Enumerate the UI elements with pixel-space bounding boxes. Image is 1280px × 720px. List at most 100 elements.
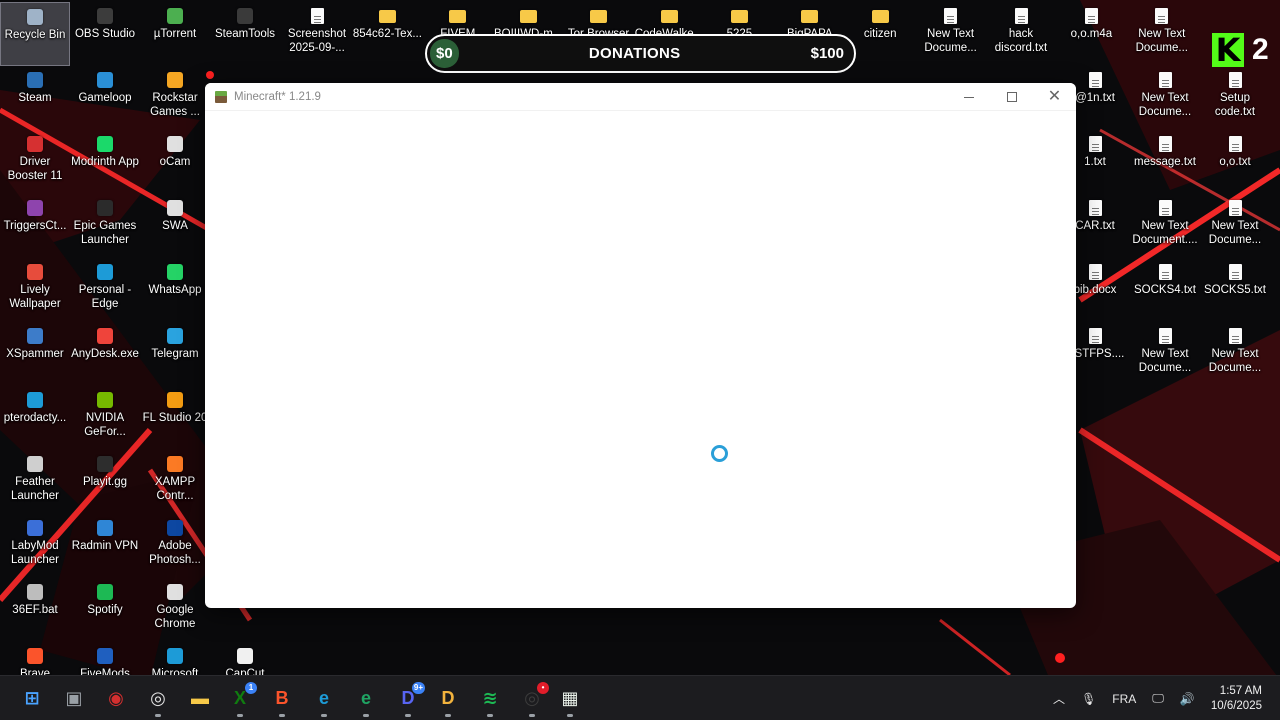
- desktop-icon-telegram[interactable]: Telegram: [140, 322, 210, 386]
- desktop-icon-personal-edge[interactable]: Personal - Edge: [70, 258, 140, 322]
- desktop-icon-label: Lively Wallpaper: [9, 284, 61, 310]
- desktop-icon-socks5-txt[interactable]: SOCKS5.txt: [1200, 258, 1270, 322]
- desktop-icon-obs-studio[interactable]: OBS Studio: [70, 2, 140, 66]
- desktop-icon-triggersct[interactable]: TriggersCt...: [0, 194, 70, 258]
- taskbar-task-view[interactable]: ▣: [62, 686, 86, 710]
- fivemods-icon: [97, 648, 113, 664]
- taskbar-obs[interactable]: ◎: [146, 686, 170, 710]
- taskbar-brave[interactable]: B: [270, 686, 294, 710]
- desktop-icon-feather-launcher[interactable]: Feather Launcher: [0, 450, 70, 514]
- running-indicator: [567, 714, 573, 717]
- taskbar-obs-2[interactable]: ◎ •: [520, 682, 549, 710]
- desktop-icon-label: TriggersCt...: [3, 220, 67, 232]
- desktop-icon-socks4-txt[interactable]: SOCKS4.txt: [1130, 258, 1200, 322]
- desktop-icon-playit-gg[interactable]: Playit.gg: [70, 450, 140, 514]
- microphone-icon[interactable]: 🎙: [1081, 692, 1096, 706]
- taskbar-edge-2[interactable]: e: [354, 686, 378, 710]
- doc-icon: [1088, 72, 1102, 88]
- desktop-icon-label: XSpammer: [6, 348, 64, 360]
- desktop-icon-new-text-document[interactable]: New Text Document....: [1130, 194, 1200, 258]
- desktop-icon-xspammer[interactable]: XSpammer: [0, 322, 70, 386]
- taskbar-spotify[interactable]: ≋: [478, 686, 502, 710]
- desktop-icon-lively-wallpaper[interactable]: Lively Wallpaper: [0, 258, 70, 322]
- stream-logo-number: 2: [1252, 33, 1269, 66]
- desktop-icon-rockstar-games[interactable]: Rockstar Games ...: [140, 66, 210, 130]
- desktop-icon-radmin-vpn[interactable]: Radmin VPN: [70, 514, 140, 578]
- close-button[interactable]: ✕: [1033, 83, 1076, 111]
- rar-icon: [27, 200, 43, 216]
- taskbar-minecraft[interactable]: ▦: [558, 686, 582, 710]
- folder-icon: [660, 10, 678, 23]
- taskbar-file-explorer[interactable]: ▬: [188, 686, 212, 710]
- desktop-icon-epic-games-launcher[interactable]: Epic Games Launcher: [70, 194, 140, 258]
- taskbar-start-button[interactable]: ⊞: [20, 686, 44, 710]
- chrome-icon: [167, 584, 183, 600]
- minimize-button[interactable]: [947, 83, 990, 111]
- desktop-icon-o-o-m4a[interactable]: o,o.m4a: [1056, 2, 1126, 66]
- desktop-icon-recycle-bin[interactable]: Recycle Bin: [0, 2, 70, 66]
- desktop-icon-gameloop[interactable]: Gameloop: [70, 66, 140, 130]
- notification-badge: •: [537, 682, 549, 694]
- desktop-icon-new-text-docume[interactable]: New Text Docume...: [916, 2, 986, 66]
- desktop-icon-hack-discord-txt[interactable]: hack discord.txt: [986, 2, 1056, 66]
- spotify-icon: [97, 584, 113, 600]
- desktop-icon-label: New Text Docume...: [1208, 348, 1262, 374]
- desktop-icon-new-text-docume[interactable]: New Text Docume...: [1200, 194, 1270, 258]
- desktop-icon-label: Steam: [18, 92, 52, 104]
- doc-icon: [1158, 136, 1172, 152]
- desktop-icon-new-text-docume[interactable]: New Text Docume...: [1130, 322, 1200, 386]
- desktop-icon-setup-code-txt[interactable]: Setup code.txt: [1200, 66, 1270, 130]
- desktop-icon-new-text-docume[interactable]: New Text Docume...: [1130, 66, 1200, 130]
- anydesk-icon: [97, 328, 113, 344]
- edge-icon: [167, 648, 183, 664]
- clock[interactable]: 1:57 AM 10/6/2025: [1211, 684, 1262, 714]
- desktop-icon-new-text-docume[interactable]: New Text Docume...: [1200, 322, 1270, 386]
- desktop-icon-spotify[interactable]: Spotify: [70, 578, 140, 642]
- desktop-icon-xampp-contr[interactable]: XAMPP Contr...: [140, 450, 210, 514]
- desktop-icon-driver-booster-11[interactable]: Driver Booster 11: [0, 130, 70, 194]
- desktop-icon-nvidia-gefor[interactable]: NVIDIA GeFor...: [70, 386, 140, 450]
- taskbar-app-red[interactable]: ◉: [104, 686, 128, 710]
- show-hidden-icons-icon[interactable]: ︿: [1053, 690, 1065, 707]
- spotify-icon: ≋: [482, 687, 498, 708]
- network-icon[interactable]: 🖵: [1152, 691, 1164, 706]
- window-titlebar[interactable]: Minecraft* 1.21.9 ✕: [205, 83, 1076, 111]
- maximize-button[interactable]: [990, 83, 1033, 111]
- folder-icon: [801, 10, 819, 23]
- taskbar-xbox[interactable]: X1: [228, 682, 257, 710]
- desktop-icon-modrinth-app[interactable]: Modrinth App: [70, 130, 140, 194]
- desktop-icon-steamtools[interactable]: SteamTools: [210, 2, 280, 66]
- desktop-icon-whatsapp[interactable]: WhatsApp: [140, 258, 210, 322]
- desktop-icon-fl-studio-20[interactable]: FL Studio 20: [140, 386, 210, 450]
- desktop-icon-message-txt[interactable]: message.txt: [1130, 130, 1200, 194]
- desktop-icon-swa[interactable]: SWA: [140, 194, 210, 258]
- brave-icon: B: [275, 687, 289, 708]
- desktop-icon-torrent[interactable]: µTorrent: [140, 2, 210, 66]
- taskbar-discord-canary[interactable]: D: [436, 686, 460, 710]
- flstudio-icon: [167, 392, 183, 408]
- taskbar-edge[interactable]: e: [312, 686, 336, 710]
- desktop-icon-854c62-tex[interactable]: 854c62-Tex...: [352, 2, 422, 66]
- doc-icon: [1014, 8, 1028, 24]
- desktop-icon-label: Screenshot 2025-09-...: [287, 28, 347, 54]
- desktop-icon-ocam[interactable]: oCam: [140, 130, 210, 194]
- desktop-icon-36ef-bat[interactable]: 36EF.bat: [0, 578, 70, 642]
- desktop-icon-o-o-txt[interactable]: o,o.txt: [1200, 130, 1270, 194]
- minecraft-window[interactable]: Minecraft* 1.21.9 ✕: [205, 83, 1076, 608]
- desktop-icon-new-text-docume[interactable]: New Text Docume...: [1127, 2, 1197, 66]
- volume-icon[interactable]: 🔊: [1180, 692, 1195, 706]
- doc-icon: [1088, 328, 1102, 344]
- desktop-icon-label: Telegram: [151, 348, 199, 360]
- desktop-icon-steam[interactable]: Steam: [0, 66, 70, 130]
- desktop-icon-screenshot-2025-09[interactable]: Screenshot 2025-09-...: [282, 2, 352, 66]
- desktop-icon-pterodacty[interactable]: pterodacty...: [0, 386, 70, 450]
- desktop-icon-labymod-launcher[interactable]: LabyMod Launcher: [0, 514, 70, 578]
- desktop-icon-adobe-photosh[interactable]: Adobe Photosh...: [140, 514, 210, 578]
- desktop-icon-google-chrome[interactable]: Google Chrome: [140, 578, 210, 642]
- edge-icon: [27, 392, 43, 408]
- brave-icon: [27, 648, 43, 664]
- rockstar-icon: [167, 72, 183, 88]
- taskbar-discord[interactable]: D 9+: [396, 682, 425, 710]
- desktop-icon-anydesk-exe[interactable]: AnyDesk.exe: [70, 322, 140, 386]
- input-language[interactable]: FRA: [1112, 692, 1136, 706]
